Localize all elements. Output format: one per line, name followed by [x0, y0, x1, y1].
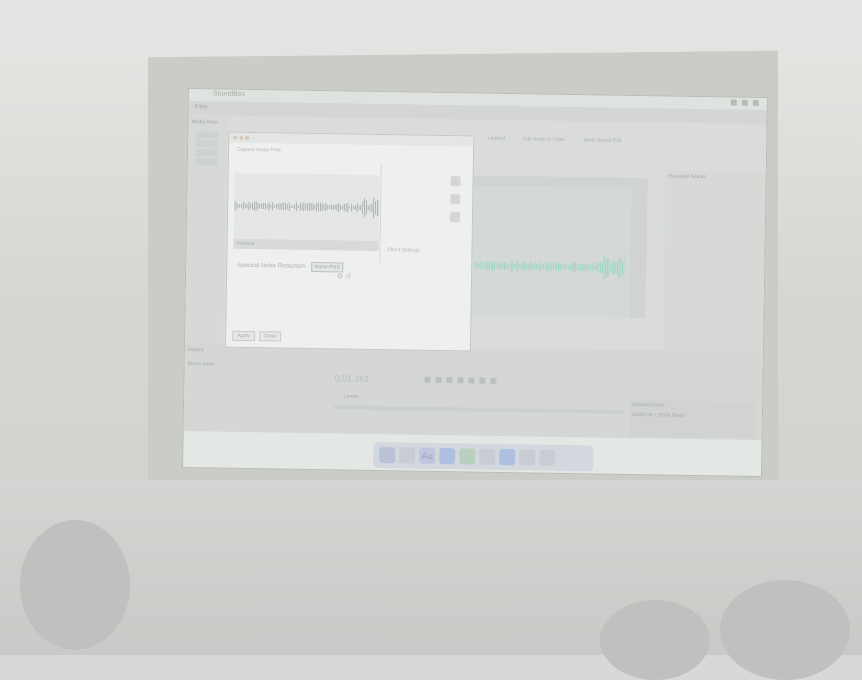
tree-item[interactable]	[196, 131, 219, 139]
wifi-icon	[730, 99, 737, 106]
audience-head	[20, 520, 130, 650]
battery-icon	[741, 99, 748, 106]
levels-label: Levels	[344, 393, 359, 400]
projected-screen: SoundBox Files Media Brow Untitled Edit …	[182, 88, 768, 478]
dialog-waveform	[233, 197, 380, 219]
preview-label: Preview	[233, 238, 379, 252]
no-entry-icon[interactable]	[399, 447, 416, 464]
waveform-editor[interactable]	[465, 175, 648, 319]
transport-controls	[424, 376, 497, 384]
waveform-path	[473, 255, 625, 281]
files-panel: Media Brow	[184, 115, 227, 346]
zoom-icon[interactable]	[245, 135, 250, 140]
mac-dock: Au	[373, 441, 594, 472]
share-icon[interactable]	[449, 212, 461, 223]
dialog-side-tools	[445, 176, 464, 258]
pause-icon[interactable]	[446, 377, 453, 384]
tab-edit-audio-to-video[interactable]: Edit Audio to Video	[523, 136, 565, 143]
files-label[interactable]: Files	[195, 104, 208, 110]
system-status-icons	[730, 99, 759, 106]
trash-icon[interactable]	[539, 449, 556, 466]
grid-icon[interactable]	[450, 194, 461, 205]
status-text: 44100 Hz • 32-bit (float)	[631, 412, 685, 419]
audience-foreground	[0, 480, 862, 680]
search-icon	[752, 99, 759, 106]
bottom-panels: History Demo Audio 0:01.261 Levels Selec…	[183, 342, 763, 441]
close-icon[interactable]	[233, 135, 238, 140]
selection-view-panel: Selection/View 44100 Hz • 32-bit (float)	[629, 399, 757, 438]
close-button[interactable]: Close	[258, 331, 282, 342]
editor-tabs: Untitled Edit Audio to Video Basic Sound…	[488, 136, 621, 144]
dialog-row-text: Spectral Noise Reduction	[237, 262, 305, 270]
safari-icon[interactable]	[439, 447, 456, 465]
effect-settings-label: Effect Settings	[387, 247, 420, 254]
loop-icon[interactable]	[490, 377, 497, 384]
reset-icon[interactable]: ↺	[345, 273, 351, 280]
record-icon[interactable]	[479, 377, 486, 384]
audio-editor-window: Files Media Brow Untitled Edit Audio to …	[183, 101, 767, 441]
tab-basic-sound-edit[interactable]: Basic Sound Edit	[583, 137, 621, 144]
dialog-inline-icons: ⚙ ↺	[337, 272, 351, 280]
file-icon[interactable]	[479, 448, 496, 465]
essential-sound-title: Essential Sound	[668, 173, 705, 181]
play-icon[interactable]	[435, 376, 442, 384]
db-scale	[629, 177, 648, 319]
room-background: SoundBox Files Media Brow Untitled Edit …	[0, 0, 862, 680]
noise-print-button[interactable]: Noise Print	[310, 261, 344, 273]
dialog-header: Capture Noise Print	[236, 146, 281, 154]
dialog-footer: Apply Close	[232, 330, 282, 342]
dialog-titlebar	[229, 132, 474, 147]
finder-icon[interactable]	[379, 447, 396, 464]
media-browser-label[interactable]: Media Brow	[188, 115, 226, 130]
apply-button[interactable]: Apply	[232, 330, 255, 342]
essential-sound-panel: Essential Sound	[662, 170, 766, 373]
noise-reduction-dialog: Capture Noise Print Preview Effect Setti…	[224, 131, 475, 352]
folder-icon[interactable]	[499, 448, 516, 466]
fast-forward-icon[interactable]	[468, 377, 475, 384]
level-meter	[333, 405, 624, 414]
dialog-row: Spectral Noise Reduction Noise Print	[237, 261, 344, 273]
rewind-icon[interactable]	[457, 377, 464, 384]
cursor-icon[interactable]	[450, 176, 461, 187]
tree-item[interactable]	[195, 149, 219, 157]
time-display: 0:01.261	[334, 373, 370, 384]
app-name: SoundBox	[212, 90, 246, 98]
tree-item[interactable]	[195, 158, 218, 166]
minimize-icon[interactable]	[239, 135, 244, 140]
app-icon[interactable]	[459, 448, 476, 465]
waveform	[473, 255, 625, 281]
dialog-waveform-preview	[233, 172, 380, 242]
audience-head	[720, 580, 850, 680]
time-ruler[interactable]	[467, 175, 648, 189]
gear-icon[interactable]: ⚙	[337, 273, 343, 280]
display-icon[interactable]	[519, 449, 536, 466]
window-controls	[233, 135, 250, 140]
stop-icon[interactable]	[424, 376, 431, 383]
audition-icon[interactable]: Au	[419, 447, 436, 464]
tree-item[interactable]	[196, 140, 219, 148]
tab-untitled[interactable]: Untitled	[488, 136, 505, 142]
dialog-waveform-path	[233, 197, 380, 219]
audience-head	[600, 600, 710, 680]
